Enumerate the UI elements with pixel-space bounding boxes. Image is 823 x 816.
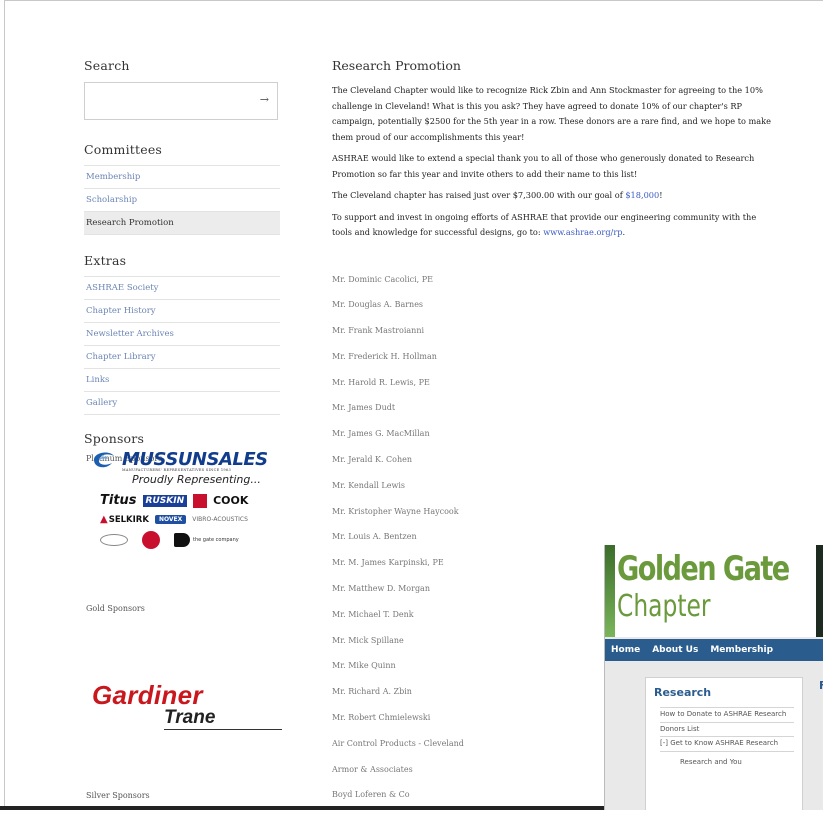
support-suffix: .: [622, 227, 625, 237]
sidebar-item-links[interactable]: Links: [84, 369, 280, 392]
gg-link-research-and-you[interactable]: Research and You: [680, 758, 802, 766]
gate-company-logo: the gate company: [174, 533, 239, 547]
brand-selkirk: SELKIRK: [109, 515, 149, 525]
sidebar-item-membership[interactable]: Membership: [84, 166, 280, 189]
list-item: Mr. James Dudt: [332, 403, 772, 429]
golden-gate-inset: Golden Gate Chapter Home About Us Member…: [604, 545, 823, 810]
gg-header: Golden Gate Chapter: [605, 545, 823, 637]
ashrae-rp-link[interactable]: www.ashrae.org/rp: [543, 227, 622, 237]
mussun-swirl-icon: [90, 448, 118, 470]
gate-p-icon: [174, 533, 190, 547]
cook-mark-icon: [193, 494, 207, 508]
brand-row-3: the gate company: [100, 531, 276, 549]
brand-novex: NOVEX: [155, 515, 186, 524]
goal-paragraph: The Cleveland chapter has raised just ov…: [332, 188, 772, 204]
gg-nav-about[interactable]: About Us: [646, 645, 704, 655]
sidebar-item-chapter-library[interactable]: Chapter Library: [84, 346, 280, 369]
sidebar-item-gallery[interactable]: Gallery: [84, 392, 280, 415]
intro-paragraph: The Cleveland Chapter would like to reco…: [332, 83, 772, 145]
mussun-title: MUSSUNSALES: [122, 449, 268, 470]
mussun-tagline: Proudly Representing...: [132, 473, 276, 486]
gold-sponsors-label: Gold Sponsors: [86, 604, 145, 613]
search-input[interactable]: →: [84, 82, 278, 120]
gg-nav-home[interactable]: Home: [605, 645, 646, 655]
gg-nav-membership[interactable]: Membership: [704, 645, 779, 655]
list-item: Mr. Kendall Lewis: [332, 481, 772, 507]
list-item: Mr. Dominic Cacolici, PE: [332, 275, 772, 301]
goal-link[interactable]: $18,000: [625, 190, 659, 200]
brand-vibro-acoustics: VIBRO-ACOUSTICS: [192, 516, 248, 523]
page-title: Research Promotion: [332, 58, 772, 73]
list-item: Mr. Jerald K. Cohen: [332, 455, 772, 481]
bottom-divider: [0, 806, 604, 810]
sidebar-item-scholarship[interactable]: Scholarship: [84, 189, 280, 212]
list-item: Mr. Harold R. Lewis, PE: [332, 378, 772, 404]
brand-row-2: ▲ SELKIRK NOVEX VIBRO-ACOUSTICS: [100, 514, 276, 525]
list-item: Mr. Douglas A. Barnes: [332, 300, 772, 326]
gg-header-dark: [816, 545, 823, 637]
list-item: Mr. Kristopher Wayne Haycook: [332, 507, 772, 533]
committees-section: Committees Membership Scholarship Resear…: [84, 142, 280, 235]
gg-link-donors-list[interactable]: Donors List: [660, 723, 794, 738]
sidebar: Search → Committees Membership Scholarsh…: [84, 58, 280, 463]
search-submit-icon[interactable]: →: [260, 93, 269, 106]
gardiner-trane: Trane: [164, 707, 282, 730]
brand-ruskin: RUSKIN: [143, 495, 188, 507]
search-heading: Search: [84, 58, 280, 73]
list-item: Mr. Frank Mastroianni: [332, 326, 772, 352]
brand-row-1: Titus RUSKIN COOK: [100, 493, 276, 508]
goal-text: The Cleveland chapter has raised just ov…: [332, 190, 625, 200]
gg-research-title: Research: [654, 686, 802, 699]
gg-link-donate[interactable]: How to Donate to ASHRAE Research: [660, 707, 794, 723]
list-item: Mr. James G. MacMillan: [332, 429, 772, 455]
gg-stripe: [605, 545, 615, 637]
silver-sponsors-label: Silver Sponsors: [86, 791, 150, 800]
round-logo-icon: [142, 531, 160, 549]
goal-suffix: !: [659, 190, 662, 200]
gardiner-trane-logo[interactable]: Gardiner Trane: [92, 680, 282, 730]
brand-cook: COOK: [213, 494, 248, 507]
sidebar-item-research-promotion[interactable]: Research Promotion: [84, 212, 280, 235]
sidebar-item-ashrae-society[interactable]: ASHRAE Society: [84, 277, 280, 300]
mussun-sales-logo[interactable]: MUSSUNSALES MANUFACTURERS' REPRESENTATIV…: [90, 448, 276, 588]
sponsors-heading: Sponsors: [84, 431, 280, 446]
gg-nav-bar: Home About Us Membership: [605, 639, 823, 661]
extras-section: Extras ASHRAE Society Chapter History Ne…: [84, 253, 280, 415]
list-item: Mr. Frederick H. Hollman: [332, 352, 772, 378]
sidebar-item-newsletter-archives[interactable]: Newsletter Archives: [84, 323, 280, 346]
gg-link-get-to-know[interactable]: [-] Get to Know ASHRAE Research: [660, 737, 794, 752]
gg-research-box: Research How to Donate to ASHRAE Researc…: [645, 677, 803, 810]
gg-right-heading: F: [819, 679, 823, 692]
gg-title: Golden Gate: [617, 549, 789, 589]
gg-subtitle: Chapter: [617, 589, 711, 624]
extras-list: ASHRAE Society Chapter History Newslette…: [84, 276, 280, 415]
committees-heading: Committees: [84, 142, 280, 157]
brand-titus: Titus: [100, 493, 137, 508]
extras-heading: Extras: [84, 253, 280, 268]
gate-company-text: the gate company: [193, 537, 239, 543]
selkirk-mark-icon: ▲: [100, 514, 108, 525]
support-paragraph: To support and invest in ongoing efforts…: [332, 210, 772, 241]
oval-logo-icon: [100, 534, 128, 546]
thanks-paragraph: ASHRAE would like to extend a special th…: [332, 151, 772, 182]
sidebar-item-chapter-history[interactable]: Chapter History: [84, 300, 280, 323]
committees-list: Membership Scholarship Research Promotio…: [84, 165, 280, 235]
